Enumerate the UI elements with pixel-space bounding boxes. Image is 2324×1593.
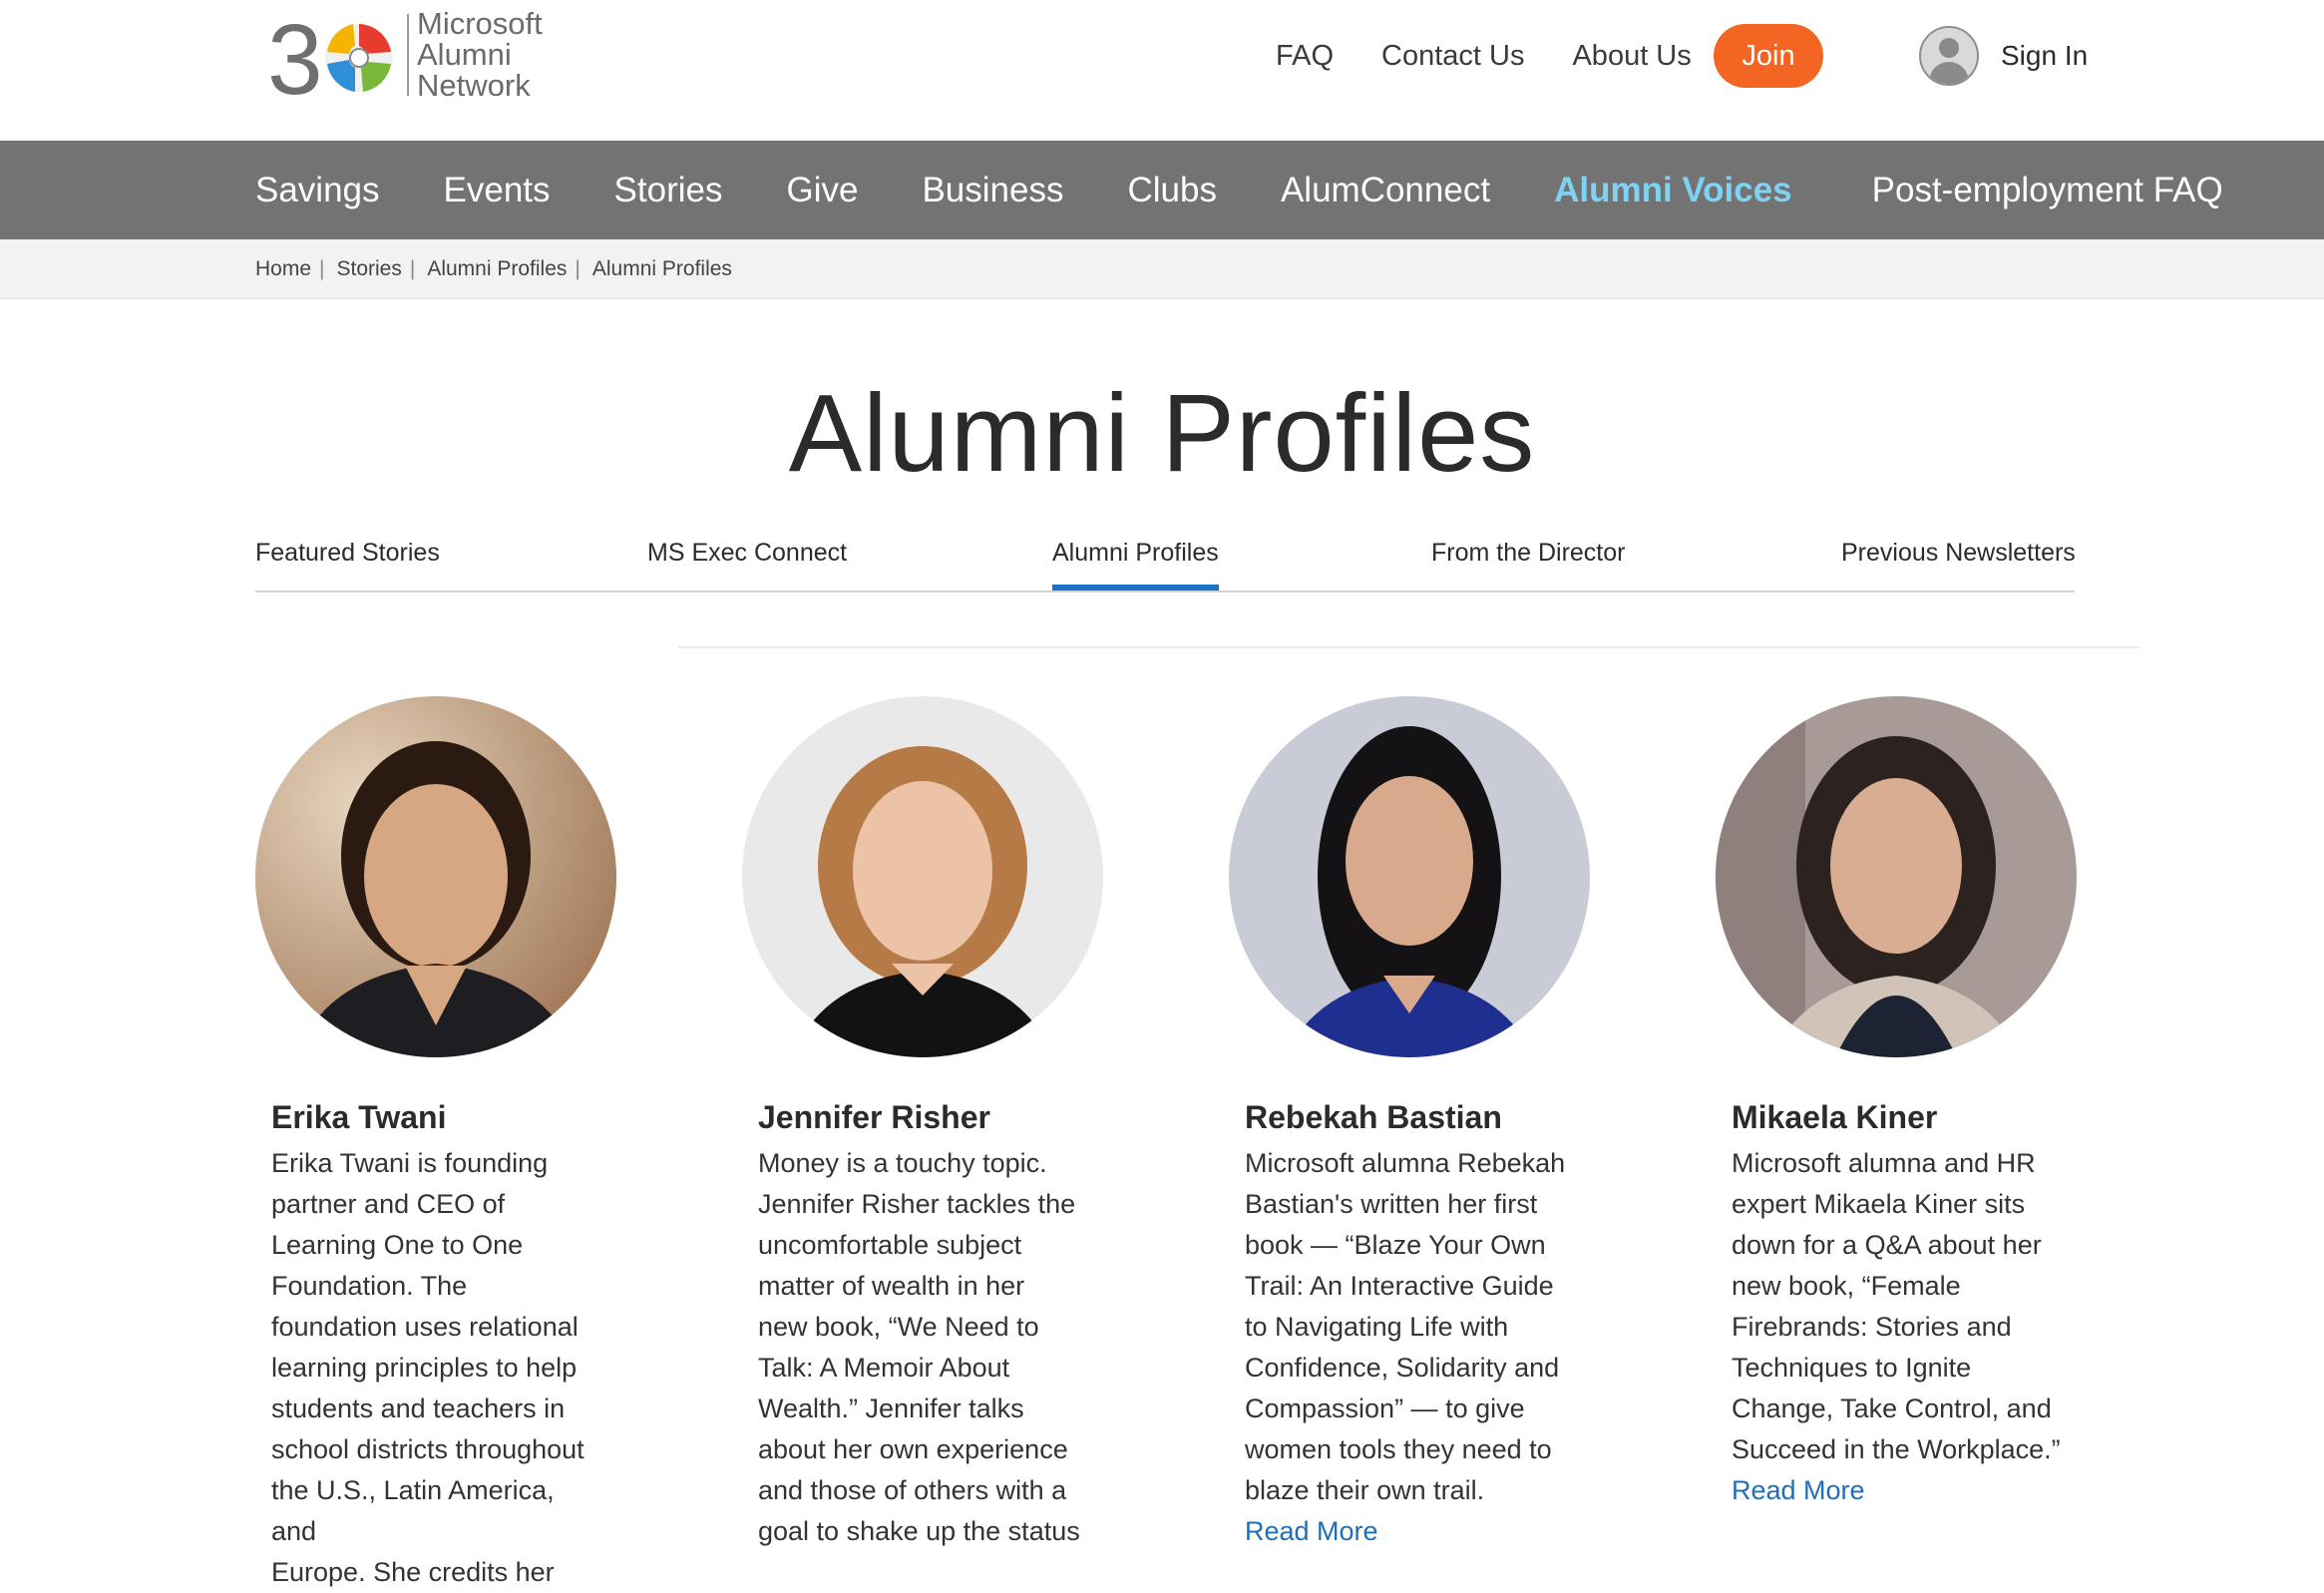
profile-photo[interactable] bbox=[742, 696, 1103, 1057]
summary-line: students and teachers in bbox=[271, 1394, 566, 1423]
profile-photo[interactable] bbox=[1716, 696, 2077, 1057]
breadcrumb-current: Alumni Profiles bbox=[591, 256, 732, 280]
summary-line: Trail: An Interactive Guide bbox=[1245, 1271, 1554, 1301]
contact-us-link[interactable]: Contact Us bbox=[1381, 40, 1524, 73]
logo-line-3: Network bbox=[417, 68, 531, 103]
summary-line: new book, “We Need to bbox=[758, 1312, 1039, 1342]
summary-line: book — “Blaze Your Own bbox=[1245, 1230, 1546, 1260]
summary-line: Jennifer Risher tackles the bbox=[758, 1189, 1076, 1219]
summary-line: expert Mikaela Kiner sits bbox=[1732, 1189, 2026, 1219]
profile-photo[interactable] bbox=[255, 696, 616, 1057]
nav-item-savings[interactable]: Savings bbox=[255, 171, 380, 210]
utility-nav: FAQ Contact Us About Us bbox=[1276, 24, 1740, 88]
profile-card: Erika Twani Erika Twani is founding part… bbox=[255, 696, 616, 1587]
content-divider bbox=[678, 646, 2139, 648]
profile-card: Mikaela Kiner Microsoft alumna and HR ex… bbox=[1716, 696, 2077, 1505]
profile-summary: Microsoft alumna Rebekah Bastian's writt… bbox=[1245, 1143, 1574, 1552]
profile-card: Jennifer Risher Money is a touchy topic.… bbox=[742, 696, 1103, 1546]
sign-in-button[interactable]: Sign In bbox=[1919, 24, 2088, 88]
breadcrumb: Home | Stories | Alumni Profiles | Alumni P… bbox=[255, 239, 732, 298]
breadcrumb-stories[interactable]: Stories bbox=[337, 257, 402, 281]
tab-from-the-director[interactable]: From the Director bbox=[1431, 539, 1625, 591]
summary-line: Confidence, Solidarity and bbox=[1245, 1353, 1560, 1383]
summary-line: Techniques to Ignite bbox=[1732, 1353, 1972, 1383]
tab-previous-newsletters[interactable]: Previous Newsletters bbox=[1841, 539, 2076, 591]
profile-name: Rebekah Bastian bbox=[1245, 1099, 1502, 1135]
summary-line: about her own experience bbox=[758, 1434, 1068, 1464]
summary-line: Bastian's written her first bbox=[1245, 1189, 1538, 1219]
about-us-link[interactable]: About Us bbox=[1572, 40, 1691, 73]
summary-line: Europe. She credits her bbox=[271, 1557, 555, 1587]
alumni-network-logo[interactable]: 3 Microsoft Alumni Network bbox=[267, 4, 586, 116]
profile-summary: Microsoft alumna and HR expert Mikaela K… bbox=[1732, 1143, 2061, 1511]
summary-line: Erika Twani is founding bbox=[271, 1148, 549, 1178]
summary-line: Money is a touchy topic. bbox=[758, 1148, 1047, 1178]
summary-line: Compassion” — to give bbox=[1245, 1394, 1525, 1423]
profile-name: Mikaela Kiner bbox=[1732, 1099, 1938, 1135]
tab-ms-exec-connect[interactable]: MS Exec Connect bbox=[647, 539, 847, 591]
summary-line: Microsoft alumna Rebekah bbox=[1245, 1148, 1566, 1178]
summary-line: Microsoft alumna and HR bbox=[1732, 1148, 2036, 1178]
summary-line: and those of others with a bbox=[758, 1475, 1067, 1505]
breadcrumb-bar: Home | Stories | Alumni Profiles | Alumni P… bbox=[0, 239, 2324, 299]
summary-line: Learning One to One bbox=[271, 1230, 524, 1260]
summary-line: Talk: A Memoir About bbox=[758, 1353, 1010, 1383]
profile-name: Jennifer Risher bbox=[758, 1099, 990, 1135]
summary-line: school districts throughout bbox=[271, 1434, 584, 1464]
read-more-link[interactable]: Read More bbox=[1245, 1511, 1574, 1552]
logo-wordmark: Microsoft Alumni Network bbox=[417, 8, 543, 101]
summary-line: Change, Take Control, and bbox=[1732, 1394, 2052, 1423]
summary-line: matter of wealth in her bbox=[758, 1271, 1025, 1301]
logo-30-mark: 3 bbox=[267, 4, 393, 116]
summary-line: to Navigating Life with bbox=[1245, 1312, 1509, 1342]
nav-item-events[interactable]: Events bbox=[444, 171, 551, 210]
breadcrumb-separator: | bbox=[575, 256, 581, 280]
user-avatar-icon bbox=[1919, 26, 1979, 86]
nav-item-post-employment-faq[interactable]: Post-employment FAQ bbox=[1872, 171, 2223, 210]
summary-line: women tools they need to bbox=[1245, 1434, 1552, 1464]
read-more-link[interactable]: Read More bbox=[1732, 1470, 2061, 1511]
nav-item-business[interactable]: Business bbox=[922, 171, 1063, 210]
profile-photo[interactable] bbox=[1229, 696, 1590, 1057]
tab-alumni-profiles[interactable]: Alumni Profiles bbox=[1052, 539, 1219, 591]
summary-line: the U.S., Latin America, and bbox=[271, 1475, 555, 1546]
main-navigation: Savings Events Stories Give Business Clu… bbox=[0, 141, 2324, 239]
faq-link[interactable]: FAQ bbox=[1276, 40, 1334, 73]
summary-line: goal to shake up the status bbox=[758, 1516, 1080, 1546]
nav-item-alumni-voices[interactable]: Alumni Voices bbox=[1554, 171, 1792, 210]
breadcrumb-separator: | bbox=[409, 256, 416, 280]
join-button[interactable]: Join bbox=[1714, 24, 1823, 88]
profile-summary: Money is a touchy topic. Jennifer Risher… bbox=[758, 1143, 1087, 1552]
summary-line: Foundation. The bbox=[271, 1271, 468, 1301]
nav-item-clubs[interactable]: Clubs bbox=[1127, 171, 1216, 210]
summary-line: Wealth.” Jennifer talks bbox=[758, 1394, 1024, 1423]
logo-line-1: Microsoft bbox=[417, 6, 543, 41]
profile-card: Rebekah Bastian Microsoft alumna Rebekah… bbox=[1229, 696, 1590, 1546]
nav-item-give[interactable]: Give bbox=[786, 171, 858, 210]
profile-summary: Erika Twani is founding partner and CEO … bbox=[271, 1143, 600, 1593]
summary-line: partner and CEO of bbox=[271, 1189, 506, 1219]
logo-divider bbox=[407, 14, 409, 96]
section-tabs: Featured Stories MS Exec Connect Alumni … bbox=[255, 539, 2076, 593]
top-header: 3 Microsoft Alumni Network FAQ Contact U… bbox=[0, 0, 2324, 141]
breadcrumb-separator: | bbox=[319, 256, 325, 280]
summary-line: Succeed in the Workplace.” bbox=[1732, 1434, 2061, 1464]
logo-line-2: Alumni bbox=[417, 37, 512, 72]
tab-featured-stories[interactable]: Featured Stories bbox=[255, 539, 440, 591]
summary-line: down for a Q&A about her bbox=[1732, 1230, 2042, 1260]
summary-line: foundation uses relational bbox=[271, 1312, 579, 1342]
summary-line: blaze their own trail. bbox=[1245, 1475, 1485, 1505]
summary-line: learning principles to help bbox=[271, 1353, 578, 1383]
nav-item-alumconnect[interactable]: AlumConnect bbox=[1281, 171, 1490, 210]
summary-line: new book, “Female bbox=[1732, 1271, 1961, 1301]
sign-in-label: Sign In bbox=[2001, 40, 2089, 71]
summary-line: Firebrands: Stories and bbox=[1732, 1312, 2012, 1342]
page-title: Alumni Profiles bbox=[788, 372, 1536, 495]
summary-line: uncomfortable subject bbox=[758, 1230, 1022, 1260]
breadcrumb-home[interactable]: Home bbox=[255, 257, 311, 281]
svg-text:3: 3 bbox=[267, 8, 323, 103]
profile-name: Erika Twani bbox=[271, 1099, 447, 1135]
breadcrumb-alumni-profiles[interactable]: Alumni Profiles bbox=[427, 257, 567, 281]
nav-item-stories[interactable]: Stories bbox=[614, 171, 723, 210]
